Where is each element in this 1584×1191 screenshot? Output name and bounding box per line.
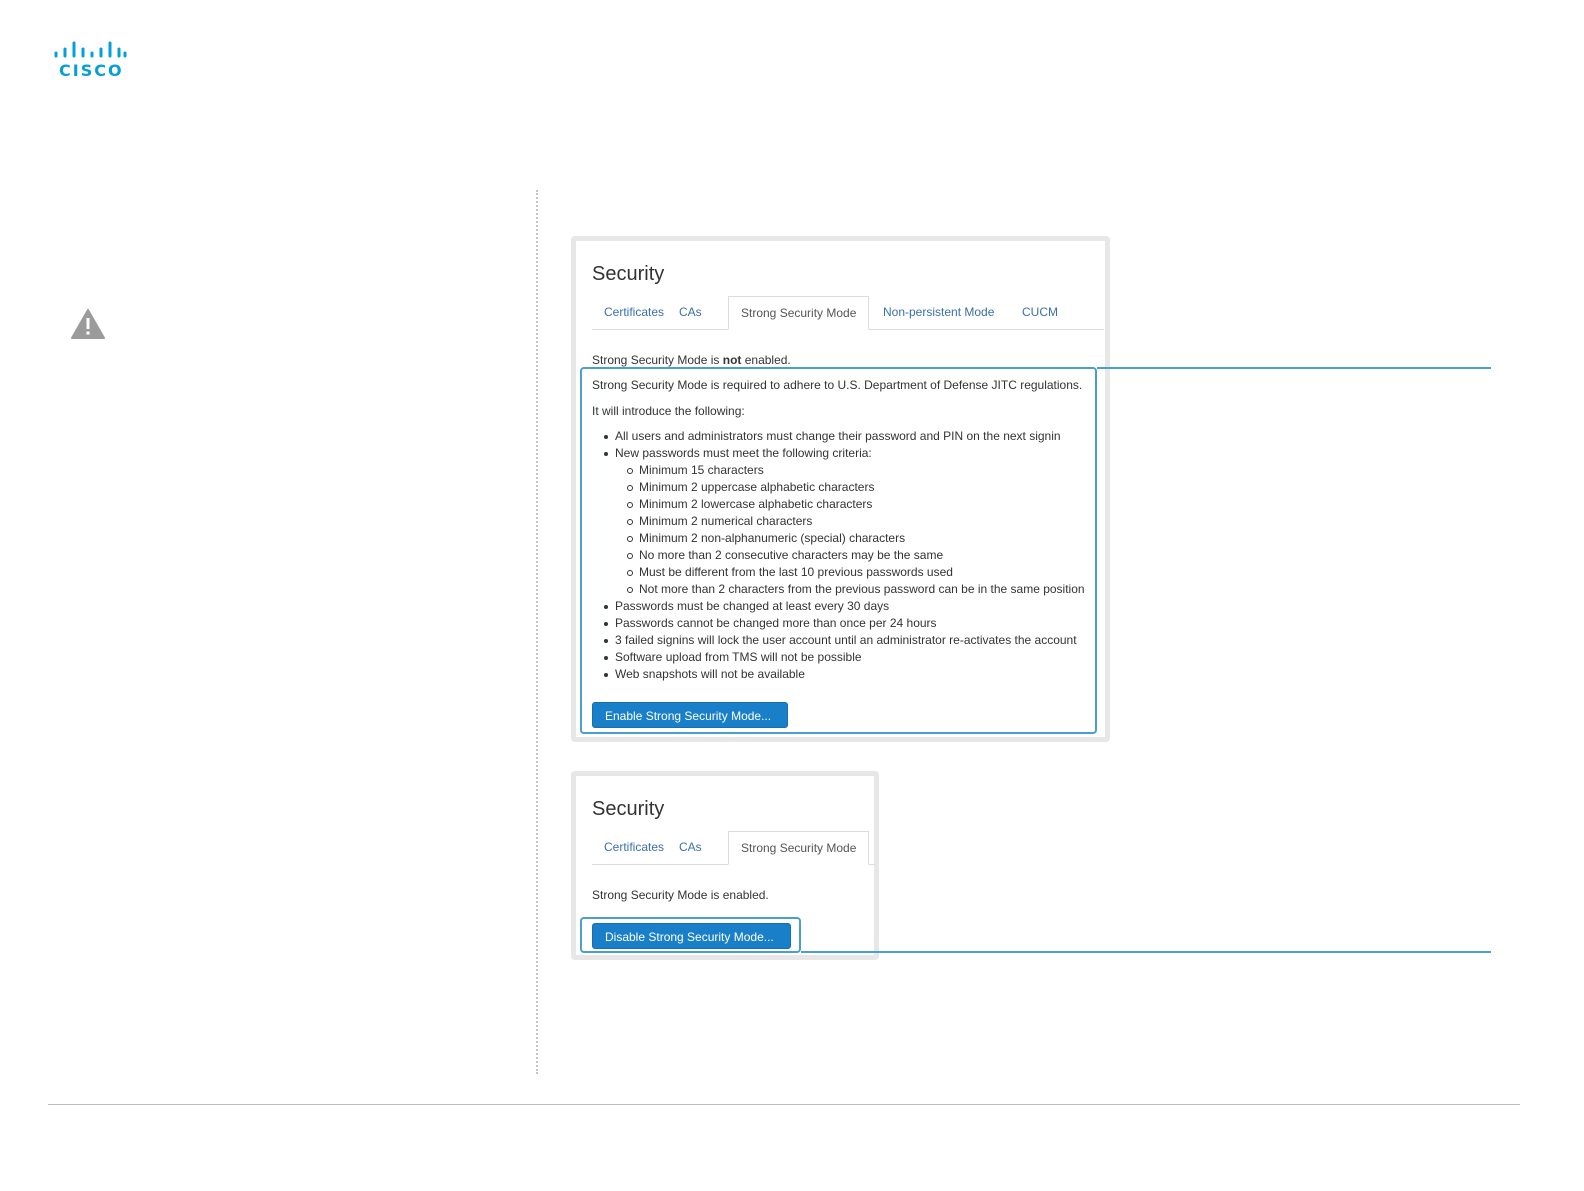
page-title: Security: [592, 798, 665, 820]
callout-highlight-box: [580, 917, 801, 953]
warning-triangle-icon: [70, 308, 106, 340]
cisco-logo: CISCO: [52, 40, 128, 82]
tab-bar: Certificates CAs Strong Security Mode No…: [592, 296, 1104, 330]
status-prefix: Strong Security Mode is: [592, 353, 723, 367]
tab-strong-security-mode[interactable]: Strong Security Mode: [728, 831, 870, 865]
tab-cas[interactable]: CAs: [667, 831, 714, 864]
callout-line: [801, 951, 1491, 953]
tab-strong-security-mode[interactable]: Strong Security Mode: [728, 296, 870, 330]
callout-highlight-box: [580, 367, 1097, 734]
cisco-logo-icon: [54, 41, 127, 58]
tab-certificates[interactable]: Certificates: [592, 296, 676, 329]
tab-bar: Certificates CAs Strong Security Mode: [592, 831, 875, 865]
status-suffix: enabled.: [741, 353, 791, 367]
status-emphasis: not: [722, 353, 742, 367]
tab-certificates[interactable]: Certificates: [592, 831, 676, 864]
tab-cucm[interactable]: CUCM: [1010, 296, 1070, 329]
tab-cas[interactable]: CAs: [667, 296, 714, 329]
footer-rule: [48, 1104, 1520, 1105]
tab-non-persistent-mode[interactable]: Non-persistent Mode: [871, 296, 1006, 329]
cisco-logo-text: CISCO: [59, 61, 124, 80]
page-title: Security: [592, 263, 665, 285]
callout-line: [1097, 367, 1491, 369]
status-text: Strong Security Mode is enabled.: [592, 888, 769, 902]
status-text: Strong Security Mode is not enabled.: [592, 353, 791, 367]
column-divider: [536, 190, 538, 1074]
